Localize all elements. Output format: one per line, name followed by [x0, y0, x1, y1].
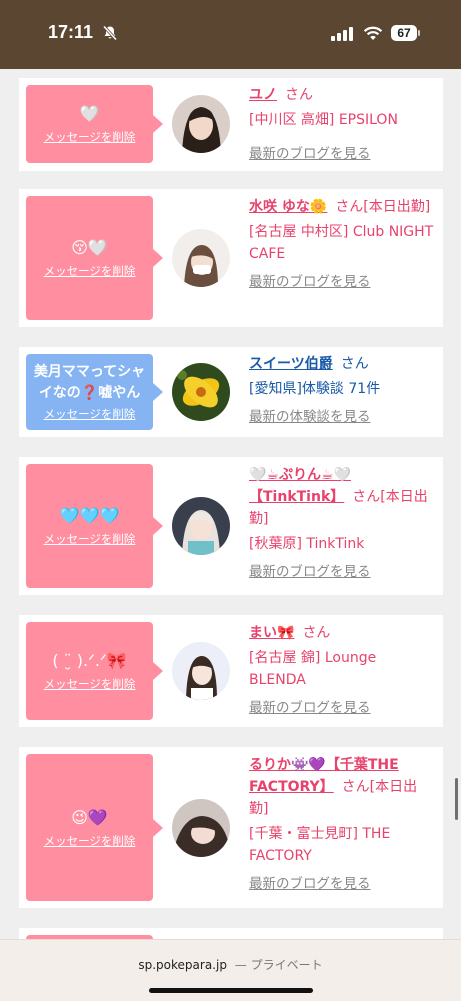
domain-text: sp.pokepara.jp [138, 958, 227, 972]
list-item[interactable] [19, 928, 443, 939]
honorific: さん [302, 625, 331, 641]
delete-message-link[interactable]: メッセージを削除 [26, 833, 153, 849]
avatar[interactable] [172, 799, 230, 857]
message-list[interactable]: 🤍 メッセージを削除 ユノ さん [中川区 高畑] EPSILON 最新のブログを… [0, 69, 461, 939]
store-location: [名古屋 中村区] Club NIGHT CAFE [249, 224, 434, 262]
delete-message-link[interactable]: メッセージを削除 [26, 129, 153, 145]
user-name-link[interactable]: スイーツ伯爵 [249, 356, 333, 372]
latest-blog-link[interactable]: 最新のブログを見る [249, 561, 435, 583]
user-name-link[interactable]: まい🎀 [249, 625, 294, 641]
list-item[interactable]: 🩵🩵🩵 メッセージを削除 🤍☕ぷりん☕🤍【TinkTink】 さん[本日出勤] [… [19, 457, 443, 595]
list-item[interactable]: ( ¨̮ ).ᐟ.ᐟ🎀 メッセージを削除 まい🎀 さん [名古屋 錦] Loung… [19, 615, 443, 727]
bell-slash-icon [102, 25, 118, 41]
list-item[interactable]: 😉💜 メッセージを削除 るりか👾💜【千葉THE FACTORY】 さん[本日出勤]… [19, 747, 443, 908]
store-location: [名古屋 錦] Lounge BLENDA [249, 650, 377, 688]
battery-level: 67 [391, 25, 417, 41]
message-bubble: 🩵🩵🩵 メッセージを削除 [26, 464, 163, 588]
message-emoji: 😚🤍 [71, 238, 108, 257]
store-location: [中川区 高畑] EPSILON [249, 112, 398, 128]
user-name-link[interactable]: 水咲 ゆな🌼 [249, 199, 327, 215]
delete-message-link[interactable]: メッセージを削除 [26, 676, 153, 692]
avatar[interactable] [172, 642, 230, 700]
message-emoji: 🩵🩵🩵 [59, 506, 120, 525]
latest-blog-link[interactable]: 最新のブログを見る [249, 271, 435, 293]
store-location: [千葉・富士見町] THE FACTORY [249, 826, 391, 864]
avatar[interactable] [172, 363, 230, 421]
latest-blog-link[interactable]: 最新のブログを見る [249, 697, 435, 719]
battery-icon: 67 [391, 25, 421, 41]
message-emoji: 🤍 [79, 104, 100, 123]
address-bar[interactable]: sp.pokepara.jp — プライベート [0, 956, 461, 973]
avatar[interactable] [172, 95, 230, 153]
message-bubble: 😚🤍 メッセージを削除 [26, 196, 163, 320]
message-emoji: ( ¨̮ ).ᐟ.ᐟ🎀 [52, 651, 127, 670]
delete-message-link[interactable]: メッセージを削除 [26, 406, 153, 422]
scroll-indicator[interactable] [455, 778, 458, 820]
list-item[interactable]: 😚🤍 メッセージを削除 水咲 ゆな🌼 さん[本日出勤] [名古屋 中村区] Clu… [19, 189, 443, 327]
user-name-link[interactable]: 🤍☕ぷりん☕🤍【TinkTink】 [249, 467, 351, 505]
honorific: さん [340, 356, 369, 372]
message-text: 美月ママってシャイなの❓嘘やん [33, 364, 146, 401]
list-item[interactable]: 美月ママってシャイなの❓嘘やん メッセージを削除 スイーツ伯爵 さん [愛知県]体… [19, 347, 443, 437]
home-indicator[interactable] [149, 988, 313, 993]
status-bar: 17:11 67 [0, 0, 461, 69]
status-time: 17:11 [48, 22, 94, 42]
user-name-link[interactable]: ユノ [249, 87, 277, 103]
wifi-icon [363, 26, 383, 40]
latest-blog-link[interactable]: 最新のブログを見る [249, 143, 435, 165]
honorific: さん[本日出勤] [335, 199, 431, 215]
avatar[interactable] [172, 497, 230, 555]
browser-bar[interactable]: sp.pokepara.jp — プライベート [0, 939, 461, 1001]
message-emoji: 😉💜 [71, 807, 108, 827]
delete-message-link[interactable]: メッセージを削除 [26, 531, 153, 547]
latest-blog-link[interactable]: 最新のブログを見る [249, 873, 435, 895]
message-bubble: 😉💜 メッセージを削除 [26, 754, 163, 901]
message-bubble: 🤍 メッセージを削除 [26, 85, 163, 163]
review-count: [愛知県]体験談 71件 [249, 381, 381, 397]
latest-review-link[interactable]: 最新の体験談を見る [249, 406, 435, 428]
cellular-signal-icon [331, 27, 353, 41]
delete-message-link[interactable]: メッセージを削除 [26, 263, 153, 279]
message-bubble: 美月ママってシャイなの❓嘘やん メッセージを削除 [26, 354, 163, 430]
list-item[interactable]: 🤍 メッセージを削除 ユノ さん [中川区 高畑] EPSILON 最新のブログを… [19, 78, 443, 171]
honorific: さん [285, 87, 313, 103]
private-mode-label: — プライベート [234, 958, 323, 972]
store-location: [秋葉原] TinkTink [249, 536, 365, 552]
message-bubble: ( ¨̮ ).ᐟ.ᐟ🎀 メッセージを削除 [26, 622, 163, 720]
avatar[interactable] [172, 229, 230, 287]
